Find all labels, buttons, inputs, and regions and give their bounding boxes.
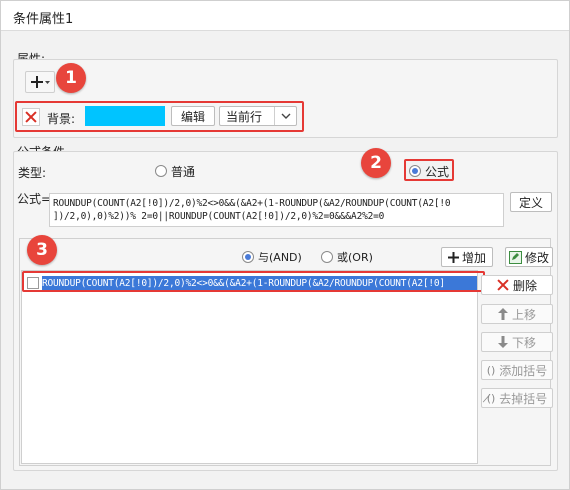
move-down-label: 下移 (511, 335, 536, 350)
move-down-button[interactable]: 下移 (481, 332, 553, 352)
type-normal-radio[interactable] (155, 165, 167, 177)
condition-list[interactable]: ROUNDUP(COUNT(A2[!0])/2,0)%2<>0&&(&A2+(1… (21, 270, 478, 464)
type-formula-radio[interactable] (409, 165, 421, 177)
formula-line-1: ROUNDUP(COUNT(A2[!0])/2,0)%2<>0&&(&A2+(1… (53, 198, 451, 209)
formula-input[interactable]: ROUNDUP(COUNT(A2[!0])/2,0)%2<>0&&(&A2+(1… (49, 193, 504, 227)
or-label: 或(OR) (337, 251, 373, 264)
plus-icon (447, 251, 459, 263)
chevron-down-icon (45, 81, 50, 84)
highlight-condition-item (22, 271, 485, 292)
or-radio[interactable] (321, 251, 333, 263)
plus-icon (31, 76, 50, 88)
remove-paren-button[interactable]: (̸) 去掉括号 (481, 388, 553, 408)
delete-condition-label: 删除 (512, 278, 537, 293)
add-paren-button[interactable]: () 添加括号 (481, 360, 553, 380)
remove-parentheses-icon: (̸) (486, 391, 496, 405)
formula-line-2: ])/2,0),0)%2))% 2=0||ROUNDUP(COUNT(A2[!0… (53, 211, 385, 222)
add-condition-label: 增加 (461, 250, 486, 265)
window-title: 条件属性1 (13, 12, 74, 27)
formula-label: 公式= (17, 192, 52, 206)
and-radio[interactable] (242, 251, 254, 263)
callout-badge-2: 2 (361, 148, 391, 178)
type-formula-label: 公式 (425, 165, 450, 179)
add-condition-button[interactable]: 增加 (441, 247, 493, 267)
modify-condition-button[interactable]: 修改 (505, 247, 553, 267)
move-up-button[interactable]: 上移 (481, 304, 553, 324)
callout-badge-3: 3 (27, 235, 57, 265)
type-label: 类型: (18, 166, 47, 180)
callout-badge-1: 1 (56, 63, 86, 93)
add-paren-label: 添加括号 (499, 363, 548, 378)
define-button[interactable]: 定义 (510, 192, 552, 212)
add-attribute-button[interactable] (25, 71, 55, 93)
remove-paren-label: 去掉括号 (499, 391, 548, 406)
title-bar: 条件属性1 (1, 1, 569, 31)
highlight-attribute-row (15, 101, 304, 132)
modify-condition-label: 修改 (524, 250, 549, 265)
condition-attribute-dialog: 条件属性1 属性: 背景: 编辑 当前行 公式条件 类型: 普通 公式 (0, 0, 570, 490)
move-up-label: 上移 (511, 307, 536, 322)
edit-icon (508, 250, 522, 264)
arrow-up-icon (497, 308, 508, 320)
close-icon (497, 279, 509, 291)
parentheses-icon: () (486, 363, 496, 377)
delete-condition-button[interactable]: 删除 (481, 275, 553, 295)
and-label: 与(AND) (258, 251, 302, 264)
arrow-down-icon (497, 336, 508, 348)
type-normal-label: 普通 (171, 165, 196, 179)
